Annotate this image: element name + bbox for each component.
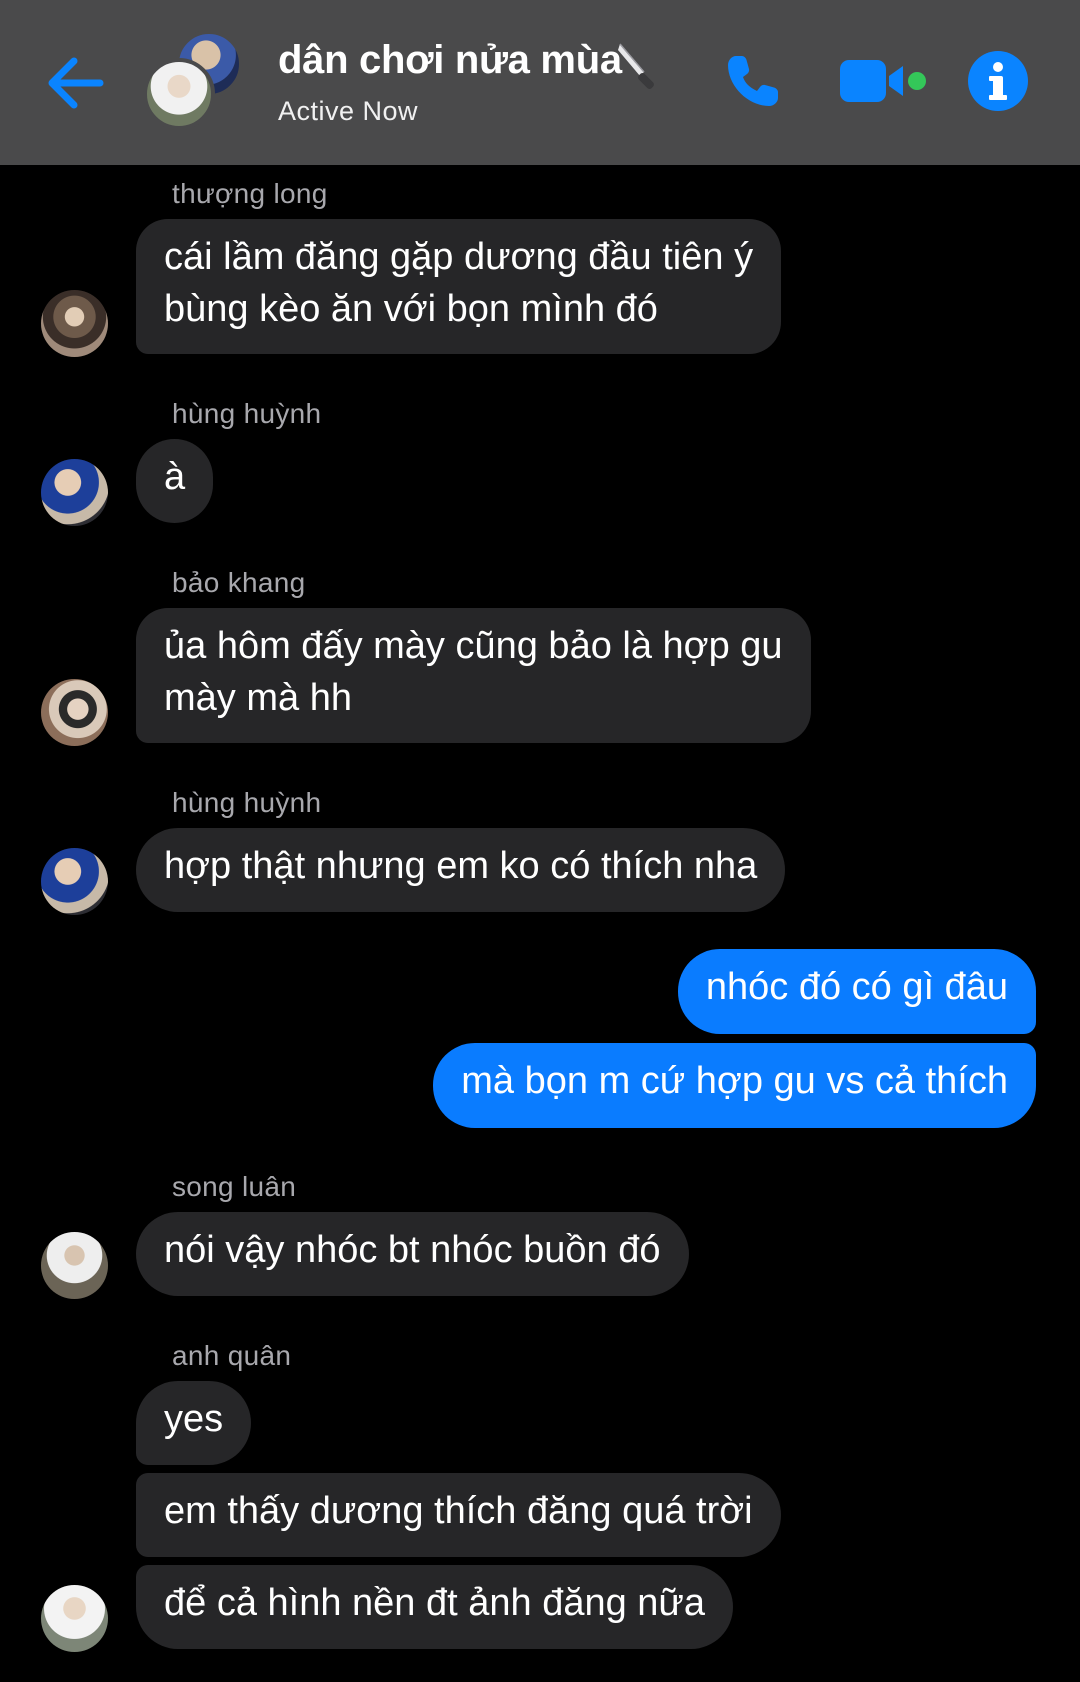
avatar[interactable] xyxy=(41,848,108,915)
sender-name: thượng long xyxy=(172,178,328,209)
outgoing-message[interactable]: nhóc đó có gì đâu xyxy=(677,949,1036,1034)
avatar[interactable] xyxy=(41,290,108,357)
message-line: để cả hình nền đt ảnh đăng nữa xyxy=(164,1582,705,1624)
avatar[interactable] xyxy=(41,1585,108,1652)
incoming-message[interactable]: em thấy dương thích đăng quá trời xyxy=(136,1473,781,1557)
chat-header: dân chơi nửa mùa Active Now xyxy=(0,0,1080,165)
sender-name: anh quân xyxy=(172,1340,292,1371)
message-line: ủa hôm đấy mày cũng bảo là hợp gu xyxy=(164,625,783,667)
message-line: bùng kèo ăn với bọn mình đó xyxy=(164,288,658,330)
incoming-message[interactable]: cái lầm đăng gặp dương đầu tiên ý bùng k… xyxy=(136,219,782,354)
message-line: cái lầm đăng gặp dương đầu tiên ý xyxy=(164,236,754,278)
incoming-message[interactable]: ủa hôm đấy mày cũng bảo là hợp gu mày mà… xyxy=(136,608,811,743)
group-avatar[interactable] xyxy=(143,30,248,130)
message-line: hợp thật nhưng em ko có thích nha xyxy=(164,845,758,887)
message-line: nói vậy nhóc bt nhóc buồn đó xyxy=(164,1229,661,1271)
active-status: Active Now xyxy=(278,96,419,126)
avatar[interactable] xyxy=(41,459,108,526)
back-arrow-icon[interactable] xyxy=(40,48,110,118)
knife-icon xyxy=(618,43,654,89)
member-avatar xyxy=(143,58,215,130)
message-line: mày mà hh xyxy=(164,677,352,719)
message-line: nhóc đó có gì đâu xyxy=(705,966,1008,1008)
online-dot-icon xyxy=(908,72,926,90)
incoming-message[interactable]: nói vậy nhóc bt nhóc buồn đó xyxy=(136,1212,689,1296)
video-camera-icon[interactable] xyxy=(838,56,930,106)
sender-name: bảo khang xyxy=(172,567,306,598)
message-line: à xyxy=(164,456,186,498)
incoming-message[interactable]: yes xyxy=(136,1381,252,1465)
sender-name: hùng huỳnh xyxy=(172,398,322,429)
chat-title[interactable]: dân chơi nửa mùa xyxy=(278,38,622,83)
info-icon[interactable] xyxy=(968,51,1028,111)
message-line: em thấy dương thích đăng quá trời xyxy=(164,1490,753,1532)
message-line: yes xyxy=(164,1398,224,1440)
incoming-message[interactable]: để cả hình nền đt ảnh đăng nữa xyxy=(136,1565,733,1649)
incoming-message[interactable]: hợp thật nhưng em ko có thích nha xyxy=(136,828,786,912)
sender-name: song luân xyxy=(172,1171,297,1202)
avatar[interactable] xyxy=(41,1232,108,1299)
incoming-message[interactable]: à xyxy=(136,439,214,523)
message-line: mà bọn m cứ hợp gu vs cả thích xyxy=(461,1060,1008,1102)
sender-name: hùng huỳnh xyxy=(172,787,322,818)
outgoing-message[interactable]: mà bọn m cứ hợp gu vs cả thích xyxy=(433,1043,1036,1128)
avatar[interactable] xyxy=(41,679,108,746)
phone-icon[interactable] xyxy=(722,50,784,112)
